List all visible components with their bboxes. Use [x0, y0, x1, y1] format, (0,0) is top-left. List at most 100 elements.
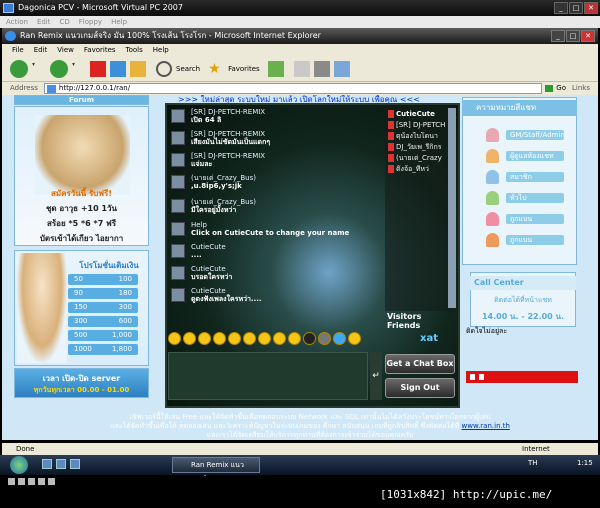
vpc-shared-icon[interactable]	[48, 477, 55, 485]
home-icon[interactable]	[130, 60, 146, 77]
mail-icon[interactable]	[293, 60, 310, 77]
history-icon[interactable]	[267, 60, 284, 77]
chat-user[interactable]: [SR] DJ-PETCH	[388, 121, 454, 130]
avatar[interactable]	[171, 288, 185, 302]
message-sender[interactable]: CutieCute	[191, 265, 226, 273]
avatar[interactable]	[171, 131, 185, 145]
visitors-friends-tab[interactable]: Visitors Friends	[387, 312, 457, 330]
menu-help[interactable]: Help	[153, 44, 169, 56]
message-sender[interactable]: Help	[191, 221, 207, 229]
avatar[interactable]	[171, 153, 185, 167]
refresh-icon[interactable]	[110, 60, 126, 77]
vpc-floppy-icon[interactable]	[28, 477, 35, 485]
message-sender[interactable]: (นายเด่_Crazy_Bus)	[191, 198, 256, 206]
vpc-maximize-button[interactable]: □	[569, 2, 583, 14]
avatar[interactable]	[171, 175, 185, 189]
back-icon[interactable]	[10, 59, 28, 78]
smiley-icon[interactable]	[183, 332, 196, 345]
chat-user[interactable]: ดุน้องไบโดนา	[388, 132, 454, 141]
smiley-icon[interactable]	[213, 332, 226, 345]
tray-clock[interactable]: 1:15	[577, 459, 593, 467]
taskbar-ie-window[interactable]: Ran Remix แนวเกมส์...	[172, 457, 260, 483]
message-sender[interactable]: CutieCute	[191, 287, 226, 295]
avatar[interactable]	[171, 222, 185, 236]
smiley-icon[interactable]	[168, 332, 181, 345]
users-scrollbar[interactable]	[448, 108, 456, 308]
footer-link[interactable]: www.ran.in.th	[462, 422, 510, 430]
chat-message-list[interactable]: [SR] DJ-PETCH-REMIX เปิด 64 ลิ [SR] DJ-PET…	[167, 106, 379, 311]
menu-edit[interactable]: Edit	[34, 44, 48, 56]
avatar[interactable]	[171, 109, 185, 123]
search-button[interactable]: Search	[176, 65, 200, 73]
message-sender[interactable]: CutieCute	[191, 243, 226, 251]
menu-favorites[interactable]: Favorites	[84, 44, 116, 56]
back-dropdown-icon[interactable]: ▾	[32, 61, 38, 77]
vpc-menu-action[interactable]: Action	[6, 16, 28, 28]
avatar[interactable]	[171, 199, 185, 213]
favorites-button[interactable]: Favorites	[228, 65, 260, 73]
smiley-icon[interactable]	[333, 332, 346, 345]
xat-logo[interactable]: xat	[420, 333, 438, 344]
smiley-icon[interactable]	[198, 332, 211, 345]
smiley-icon[interactable]	[318, 332, 331, 345]
ie-minimize-button[interactable]: _	[551, 30, 565, 42]
vpc-cd-icon[interactable]	[18, 477, 25, 485]
forward-icon[interactable]	[50, 59, 68, 78]
vpc-menu-edit[interactable]: Edit	[37, 16, 51, 28]
vpc-close-button[interactable]: ✕	[584, 2, 598, 14]
chat-user[interactable]: DJ_วัยเพ_รีกิกร	[388, 143, 454, 152]
smiley-icon[interactable]	[348, 332, 361, 345]
go-button[interactable]: Go	[542, 82, 572, 95]
send-arrow-icon[interactable]: ↵	[370, 352, 382, 400]
message-sender[interactable]: [SR] DJ-PETCH-REMIX	[191, 152, 265, 160]
vpc-menu-floppy[interactable]: Floppy	[79, 16, 102, 28]
quicklaunch-desktop-icon[interactable]	[42, 459, 52, 469]
smiley-icon[interactable]	[258, 332, 271, 345]
play-icon[interactable]	[470, 374, 475, 380]
smiley-icon[interactable]	[243, 332, 256, 345]
message-sender[interactable]: [SR] DJ-PETCH-REMIX	[191, 108, 265, 116]
sign-out-button[interactable]: Sign Out	[385, 378, 455, 398]
media-player-bar[interactable]	[466, 371, 578, 383]
message-sender[interactable]: (นายเด่_Crazy_Bus)	[191, 174, 256, 182]
smiley-icon[interactable]	[303, 332, 316, 345]
edit-page-icon[interactable]	[333, 60, 350, 77]
vpc-menu-help[interactable]: Help	[111, 16, 127, 28]
search-icon[interactable]	[156, 60, 172, 77]
vpc-minimize-button[interactable]: _	[554, 2, 568, 14]
menu-view[interactable]: View	[57, 44, 74, 56]
print-icon[interactable]	[313, 60, 330, 77]
menu-file[interactable]: File	[12, 44, 24, 56]
chat-user[interactable]: ติ๊งจ้อ_ที่หว่	[388, 165, 454, 174]
stop-icon[interactable]	[479, 374, 484, 380]
links-button[interactable]: Links	[572, 82, 598, 95]
forward-dropdown-icon[interactable]: ▾	[72, 61, 78, 77]
chat-message-input[interactable]	[168, 352, 368, 400]
quicklaunch-explorer-icon[interactable]	[56, 459, 66, 469]
avatar[interactable]	[171, 244, 185, 258]
tray-language[interactable]: TH	[528, 459, 538, 467]
smiley-icon[interactable]	[228, 332, 241, 345]
message-text: มีใครอยู่มั้งหว่า	[191, 206, 237, 214]
vpc-hdd-icon[interactable]	[8, 477, 15, 485]
get-chat-box-button[interactable]: Get a Chat Box	[385, 354, 455, 374]
chat-user-list[interactable]: CutieCute [SR] DJ-PETCH ดุน้องไบโดนา DJ_วัย…	[385, 106, 455, 311]
chat-user[interactable]: (นายเด่_Crazy	[388, 154, 454, 163]
vpc-network-icon[interactable]	[38, 477, 45, 485]
stop-icon[interactable]	[90, 60, 106, 77]
vpc-menu-cd[interactable]: CD	[60, 16, 70, 28]
forum-header[interactable]: Forum	[14, 95, 149, 105]
chat-user[interactable]: CutieCute	[388, 110, 454, 119]
favorites-star-icon[interactable]: ★	[208, 61, 224, 77]
menu-tools[interactable]: Tools	[126, 44, 143, 56]
ie-close-button[interactable]: ✕	[581, 30, 595, 42]
avatar[interactable]	[171, 266, 185, 280]
quicklaunch-ie-icon[interactable]	[70, 459, 80, 469]
message-sender[interactable]: [SR] DJ-PETCH-REMIX	[191, 130, 265, 138]
ie-maximize-button[interactable]: □	[566, 30, 580, 42]
smiley-icon[interactable]	[273, 332, 286, 345]
start-button[interactable]	[10, 456, 28, 474]
promo-panel[interactable]: สมัครวันนี้ รับฟรี! ชุด อาวุธ +10 1วัน ส…	[14, 106, 149, 246]
smiley-icon[interactable]	[288, 332, 301, 345]
address-input[interactable]: http://127.0.0.1/ran/	[43, 83, 543, 94]
